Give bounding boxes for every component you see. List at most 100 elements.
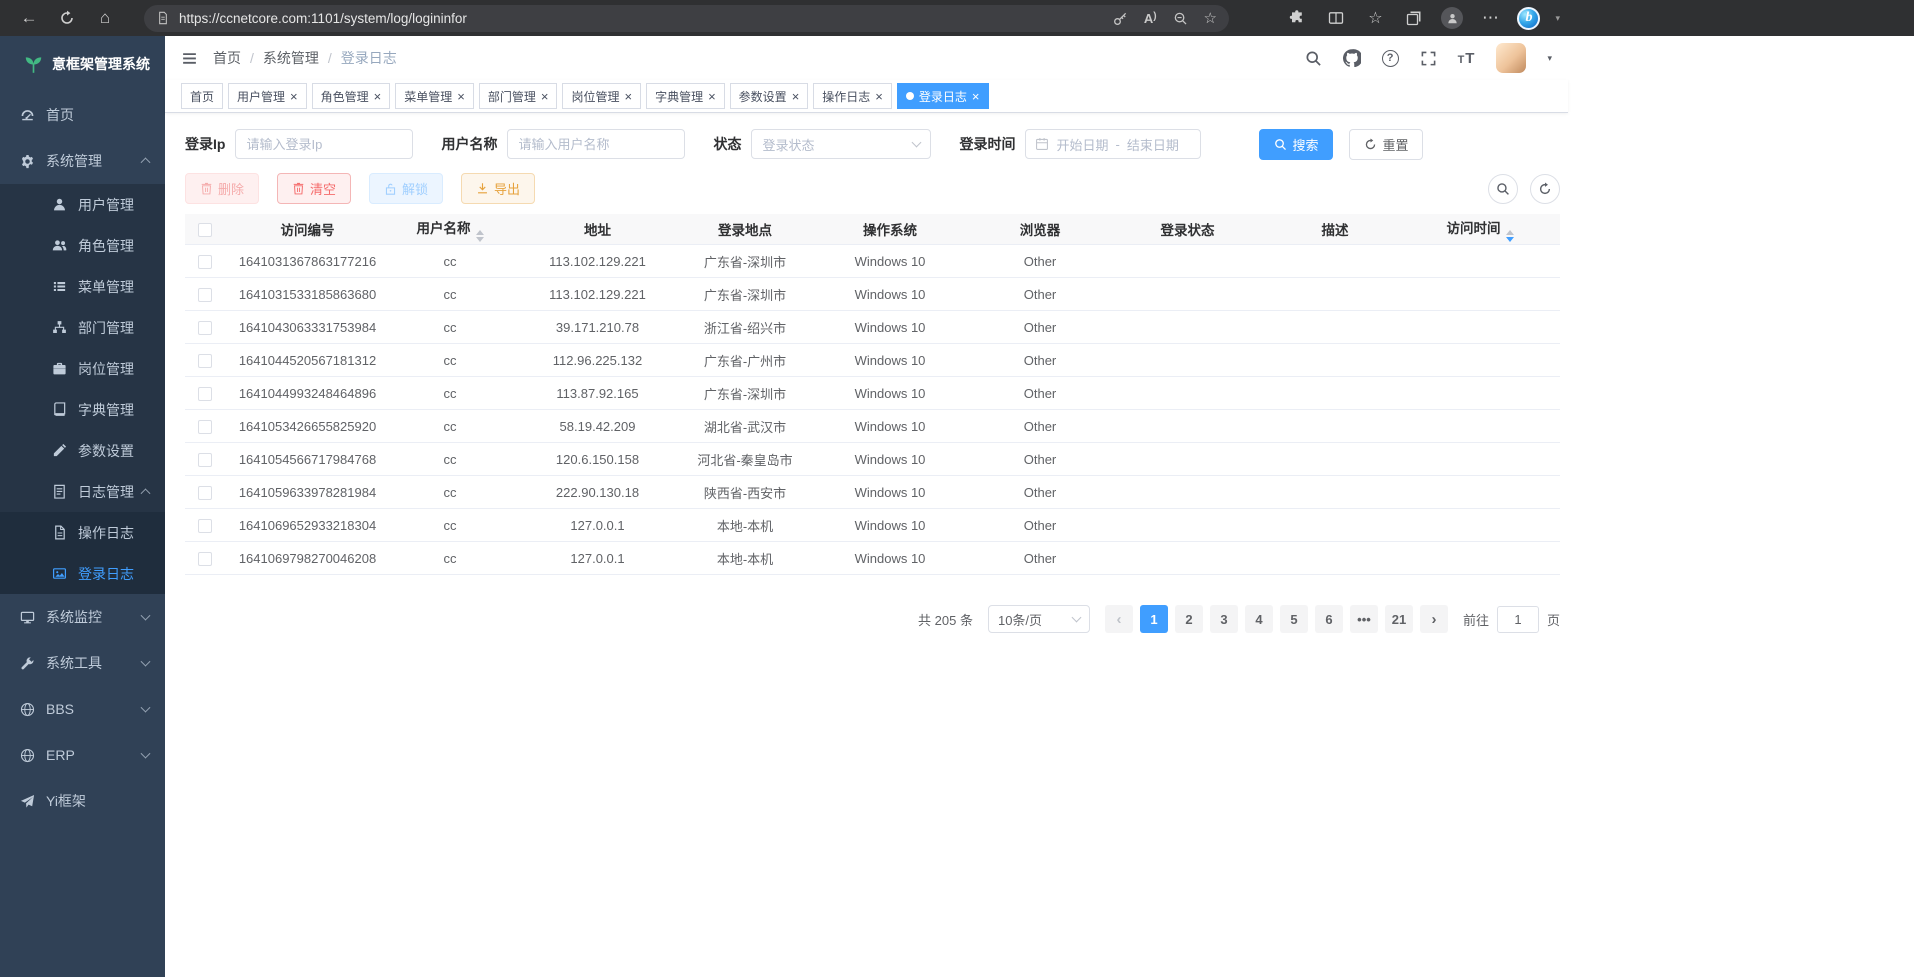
tab-close-icon[interactable]: × — [457, 90, 465, 103]
column-header-time[interactable]: 访问时间 — [1400, 217, 1560, 242]
row-checkbox[interactable] — [198, 255, 212, 269]
sidebar-item[interactable]: BBS — [0, 686, 165, 732]
browser-menu-icon[interactable]: ⋯ — [1478, 4, 1502, 32]
column-header-address[interactable]: 地址 — [510, 219, 685, 239]
sort-caret-icons[interactable] — [1506, 230, 1514, 242]
end-date-placeholder[interactable]: 结束日期 — [1127, 135, 1179, 154]
row-checkbox[interactable] — [198, 288, 212, 302]
split-screen-icon[interactable] — [1324, 4, 1348, 32]
next-page-button[interactable]: › — [1420, 605, 1448, 633]
sidebar-item[interactable]: 参数设置 — [0, 430, 165, 471]
breadcrumb-home[interactable]: 首页 — [213, 48, 241, 68]
tab-close-icon[interactable]: × — [792, 90, 800, 103]
sidebar-item[interactable]: ERP — [0, 732, 165, 778]
page-button[interactable]: ••• — [1350, 605, 1378, 633]
tab[interactable]: 登录日志 × — [897, 83, 989, 109]
back-icon[interactable]: ← — [14, 4, 44, 32]
header-search-icon[interactable] — [1305, 50, 1322, 67]
unlock-button[interactable]: 解锁 — [369, 173, 443, 204]
row-checkbox[interactable] — [198, 420, 212, 434]
read-aloud-icon[interactable]: A) — [1144, 11, 1157, 26]
site-info-icon[interactable] — [156, 11, 170, 25]
tab-close-icon[interactable]: × — [972, 90, 980, 103]
sidebar-item[interactable]: 用户管理 — [0, 184, 165, 225]
sort-caret-icons[interactable] — [476, 230, 484, 242]
row-checkbox[interactable] — [198, 354, 212, 368]
favorites-icon[interactable]: ☆ — [1363, 4, 1387, 32]
sidebar-item[interactable]: 岗位管理 — [0, 348, 165, 389]
password-key-icon[interactable] — [1113, 11, 1128, 26]
tab-close-icon[interactable]: × — [708, 90, 716, 103]
url-text[interactable]: https://ccnetcore.com:1101/system/log/lo… — [179, 11, 1104, 26]
column-header-description[interactable]: 描述 — [1270, 219, 1400, 239]
tab[interactable]: 参数设置 × — [730, 83, 809, 109]
sidebar-item[interactable]: 日志管理 — [0, 471, 165, 512]
row-checkbox[interactable] — [198, 519, 212, 533]
search-button[interactable]: 搜索 — [1259, 129, 1333, 160]
reload-icon[interactable] — [52, 4, 82, 32]
sidebar-item[interactable]: 系统监控 — [0, 594, 165, 640]
login-ip-input[interactable] — [235, 129, 413, 159]
tab[interactable]: 岗位管理 × — [562, 83, 641, 109]
address-bar[interactable]: https://ccnetcore.com:1101/system/log/lo… — [144, 5, 1229, 32]
column-header-status[interactable]: 登录状态 — [1105, 219, 1270, 239]
tab-close-icon[interactable]: × — [541, 90, 549, 103]
zoom-icon[interactable] — [1173, 11, 1188, 26]
goto-page-input[interactable] — [1497, 606, 1539, 633]
collections-icon[interactable] — [1402, 4, 1426, 32]
page-button[interactable]: 3 — [1210, 605, 1238, 633]
browser-profile-avatar[interactable] — [1441, 7, 1463, 29]
sidebar-item[interactable]: 系统工具 — [0, 640, 165, 686]
copilot-icon[interactable]: b — [1517, 7, 1540, 30]
refresh-table-icon[interactable] — [1530, 174, 1560, 204]
sidebar-item[interactable]: 角色管理 — [0, 225, 165, 266]
extensions-icon[interactable] — [1285, 4, 1309, 32]
row-checkbox[interactable] — [198, 552, 212, 566]
date-range-picker[interactable]: 开始日期 - 结束日期 — [1025, 129, 1201, 159]
favorite-star-icon[interactable]: ☆ — [1204, 9, 1217, 27]
tab-close-icon[interactable]: × — [290, 90, 298, 103]
tab-close-icon[interactable]: × — [624, 90, 632, 103]
breadcrumb-system[interactable]: 系统管理 — [263, 48, 319, 68]
sidebar-item[interactable]: 字典管理 — [0, 389, 165, 430]
column-header-visit-id[interactable]: 访问编号 — [225, 219, 390, 239]
username-input[interactable] — [507, 129, 685, 159]
column-header-location[interactable]: 登录地点 — [685, 219, 805, 239]
fullscreen-icon[interactable] — [1420, 50, 1437, 67]
tab[interactable]: 菜单管理 × — [395, 83, 474, 109]
row-checkbox[interactable] — [198, 387, 212, 401]
sidebar-item[interactable]: 首页 — [0, 92, 165, 138]
tab-close-icon[interactable]: × — [374, 90, 382, 103]
row-checkbox[interactable] — [198, 486, 212, 500]
sidebar-item[interactable]: 登录日志 — [0, 553, 165, 594]
row-checkbox[interactable] — [198, 453, 212, 467]
sidebar-item[interactable]: 系统管理 — [0, 138, 165, 184]
avatar-caret-icon[interactable]: ▾ — [1547, 53, 1552, 64]
page-button[interactable]: 4 — [1245, 605, 1273, 633]
tab[interactable]: 部门管理 × — [479, 83, 558, 109]
help-icon[interactable]: ? — [1382, 50, 1399, 67]
status-select[interactable]: 登录状态 — [751, 129, 931, 159]
column-header-os[interactable]: 操作系统 — [805, 219, 975, 239]
prev-page-button[interactable]: ‹ — [1105, 605, 1133, 633]
home-icon[interactable]: ⌂ — [90, 4, 120, 32]
page-button[interactable]: 6 — [1315, 605, 1343, 633]
clear-button[interactable]: 清空 — [277, 173, 351, 204]
sidebar-item[interactable]: 部门管理 — [0, 307, 165, 348]
github-icon[interactable] — [1343, 49, 1361, 67]
tab[interactable]: 操作日志 × — [813, 83, 892, 109]
row-checkbox[interactable] — [198, 321, 212, 335]
column-header-browser[interactable]: 浏览器 — [975, 219, 1105, 239]
copilot-caret-icon[interactable]: ▾ — [1555, 13, 1560, 24]
tab[interactable]: 首页 — [181, 83, 223, 109]
hamburger-icon[interactable] — [181, 50, 198, 67]
delete-button[interactable]: 删除 — [185, 173, 259, 204]
tab[interactable]: 角色管理 × — [312, 83, 391, 109]
page-size-select[interactable]: 10条/页 — [988, 605, 1090, 633]
sidebar-item[interactable]: 菜单管理 — [0, 266, 165, 307]
page-button[interactable]: 5 — [1280, 605, 1308, 633]
sidebar-item[interactable]: 操作日志 — [0, 512, 165, 553]
page-button[interactable]: 21 — [1385, 605, 1413, 633]
column-header-username[interactable]: 用户名称 — [390, 217, 510, 242]
reset-button[interactable]: 重置 — [1349, 129, 1423, 160]
